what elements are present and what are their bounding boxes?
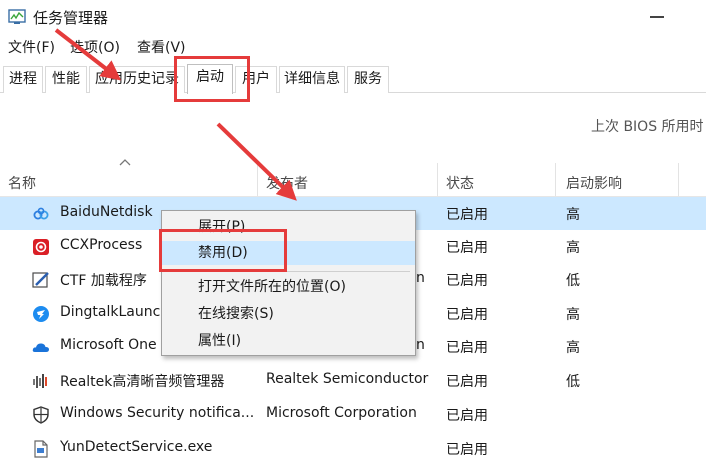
- task-manager-icon: [8, 9, 26, 24]
- row-impact: 高: [566, 207, 580, 223]
- menu-view[interactable]: 查看(V): [137, 37, 186, 57]
- row-status: 已启用: [446, 442, 488, 458]
- row-status: 已启用: [446, 240, 488, 256]
- row-status: 已启用: [446, 273, 488, 289]
- annotation-box-startup-tab: [174, 56, 250, 102]
- column-header-impact[interactable]: 启动影响: [566, 173, 622, 193]
- row-impact: 低: [566, 374, 580, 390]
- column-divider[interactable]: [437, 163, 438, 197]
- row-publisher: Realtek Semiconductor: [266, 371, 429, 387]
- row-impact: 高: [566, 307, 580, 323]
- baidunetdisk-icon: [33, 207, 49, 220]
- row-publisher: n: [416, 337, 425, 353]
- column-divider[interactable]: [678, 163, 679, 197]
- annotation-box-disable: [159, 229, 287, 272]
- table-row[interactable]: Windows Security notifica... Microsoft C…: [0, 398, 706, 431]
- menu-options[interactable]: 选项(O): [70, 37, 120, 57]
- dingtalk-icon: [33, 306, 49, 322]
- row-impact: 高: [566, 340, 580, 356]
- row-name: YunDetectService.exe: [60, 439, 213, 455]
- window-title: 任务管理器: [33, 9, 109, 27]
- tab-processes[interactable]: 进程: [3, 66, 43, 93]
- onedrive-icon: [32, 343, 49, 352]
- tab-app-history[interactable]: 应用历史记录: [89, 66, 185, 93]
- tab-strip: 进程 性能 应用历史记录 启动 用户 详细信息 服务: [0, 64, 706, 94]
- minimize-button[interactable]: [650, 16, 664, 18]
- sort-ascending-icon: [119, 159, 131, 166]
- row-status: 已启用: [446, 340, 488, 356]
- row-impact: 低: [566, 273, 580, 289]
- row-name: Windows Security notifica...: [60, 405, 255, 421]
- last-bios-time: 上次 BIOS 所用时: [591, 119, 704, 135]
- row-status: 已启用: [446, 207, 488, 223]
- ctf-loader-icon: [32, 272, 49, 288]
- context-menu-properties[interactable]: 属性(I): [162, 329, 415, 353]
- table-row[interactable]: Realtek高清晰音频管理器 Realtek Semiconductor 已启…: [0, 364, 706, 397]
- windows-security-icon: [33, 406, 49, 424]
- tab-details[interactable]: 详细信息: [279, 66, 345, 93]
- column-divider[interactable]: [555, 163, 556, 197]
- row-status: 已启用: [446, 408, 488, 424]
- menu-file[interactable]: 文件(F): [8, 37, 55, 57]
- row-status: 已启用: [446, 307, 488, 323]
- title-bar: 任务管理器: [0, 0, 706, 34]
- tab-services[interactable]: 服务: [347, 66, 389, 93]
- table-row[interactable]: YunDetectService.exe 已启用: [0, 432, 706, 465]
- row-publisher: n: [416, 270, 425, 286]
- realtek-audio-icon: [33, 374, 47, 388]
- tab-performance[interactable]: 性能: [45, 66, 87, 93]
- row-name: Realtek高清晰音频管理器: [60, 374, 225, 390]
- context-menu-open-location[interactable]: 打开文件所在的位置(O): [162, 275, 415, 299]
- column-header-publisher[interactable]: 发布者: [266, 173, 308, 193]
- ccxprocess-icon: [33, 239, 49, 255]
- row-publisher: Microsoft Corporation: [266, 405, 417, 421]
- column-divider[interactable]: [257, 163, 258, 197]
- row-status: 已启用: [446, 374, 488, 390]
- yundetect-icon: [34, 440, 48, 458]
- column-header-name[interactable]: 名称: [8, 173, 36, 193]
- context-menu-search-online[interactable]: 在线搜索(S): [162, 302, 415, 326]
- column-header-status[interactable]: 状态: [446, 173, 474, 193]
- row-impact: 高: [566, 240, 580, 256]
